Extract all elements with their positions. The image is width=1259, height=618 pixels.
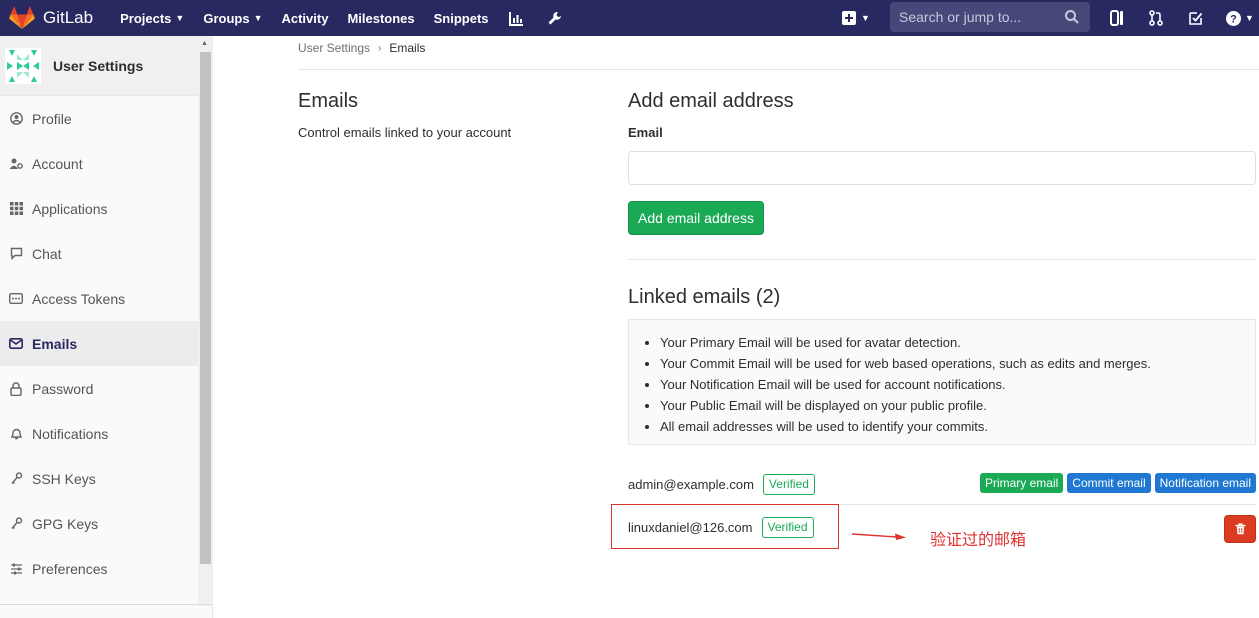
- token-icon: [9, 292, 23, 306]
- scroll-up-arrow-icon[interactable]: ▲: [201, 40, 208, 47]
- search-icon: [1065, 10, 1079, 24]
- sidebar-item-ssh-keys[interactable]: SSH Keys: [0, 456, 198, 501]
- breadcrumb-parent[interactable]: User Settings: [298, 41, 370, 55]
- breadcrumb-current[interactable]: Emails: [389, 41, 425, 55]
- sidebar-item-profile[interactable]: Profile: [0, 96, 198, 141]
- plus-square-icon: [842, 11, 856, 25]
- sidebar-item-emails[interactable]: Emails: [0, 321, 198, 366]
- sliders-icon: [9, 562, 23, 576]
- sidebar-item-label: Access Tokens: [32, 290, 126, 307]
- annotation-text: 验证过的邮箱: [930, 530, 1027, 549]
- chat-icon: [9, 247, 23, 261]
- avatar: [5, 47, 41, 84]
- info-item: Your Primary Email will be used for avat…: [660, 332, 1243, 353]
- new-item-dropdown[interactable]: ▼: [842, 11, 870, 25]
- email-row: admin@example.com Verified Primary email…: [628, 472, 1256, 496]
- sidebar-item-password[interactable]: Password: [0, 366, 198, 411]
- gitlab-logo[interactable]: GitLab: [9, 6, 93, 30]
- add-email-button[interactable]: Add email address: [628, 201, 764, 235]
- scrollbar-thumb[interactable]: [200, 52, 211, 564]
- add-email-heading: Add email address: [628, 90, 794, 112]
- user-gear-icon: [9, 157, 23, 171]
- primary-email-badge: Primary email: [979, 473, 1064, 493]
- notification-email-badge: Notification email: [1154, 473, 1256, 493]
- chart-icon[interactable]: [508, 9, 526, 27]
- info-item: Your Notification Email will be used for…: [660, 374, 1243, 395]
- sidebar-title: User Settings: [53, 57, 144, 74]
- sidebar-item-gpg-keys[interactable]: GPG Keys: [0, 501, 198, 546]
- commit-email-badge: Commit email: [1067, 473, 1151, 493]
- sidebar-divider: [0, 604, 213, 605]
- nav-milestones[interactable]: Milestones: [347, 11, 414, 26]
- sidebar-item-account[interactable]: Account: [0, 141, 198, 186]
- sidebar-item-label: Applications: [32, 200, 108, 217]
- grid-icon: [9, 202, 23, 216]
- help-icon: ?: [1226, 10, 1242, 26]
- gitlab-tanuki-icon: [9, 6, 35, 29]
- sidebar-item-label: GPG Keys: [32, 515, 99, 532]
- nav-projects[interactable]: Projects ▼: [120, 11, 184, 26]
- top-navbar: GitLab Projects ▼ Groups ▼ Activity Milest…: [0, 0, 1259, 36]
- wrench-icon[interactable]: [546, 9, 564, 27]
- search-placeholder: Search or jump to...: [899, 9, 1022, 25]
- sidebar-item-label: SSH Keys: [32, 470, 96, 487]
- brand-name: GitLab: [43, 8, 94, 27]
- sidebar-item-label: Password: [32, 380, 94, 397]
- nav-groups[interactable]: Groups ▼: [203, 11, 262, 26]
- envelope-icon: [9, 337, 23, 351]
- divider: [628, 259, 1256, 260]
- email-info-box: Your Primary Email will be used for avat…: [628, 319, 1256, 445]
- delete-email-button[interactable]: [1224, 515, 1256, 543]
- linked-emails-heading: Linked emails (2): [628, 286, 781, 308]
- help-dropdown[interactable]: ? ▼: [1225, 9, 1255, 27]
- sidebar-item-access-tokens[interactable]: Access Tokens: [0, 276, 198, 321]
- sidebar-item-label: Chat: [32, 245, 62, 262]
- merge-request-icon[interactable]: [1147, 9, 1165, 27]
- info-item: Your Commit Email will be used for web b…: [660, 353, 1243, 374]
- annotation-arrow-icon: [851, 533, 906, 540]
- chevron-down-icon: ▼: [253, 13, 263, 23]
- email-address: admin@example.com: [628, 476, 754, 492]
- sidebar-item-label: Account: [32, 155, 83, 172]
- info-item: Your Public Email will be displayed on y…: [660, 395, 1243, 416]
- sidebar-item-label: Profile: [32, 110, 72, 127]
- chevron-right-icon: ›: [378, 42, 382, 54]
- todo-check-icon[interactable]: [1186, 9, 1204, 27]
- page-description: Control emails linked to your account: [298, 125, 512, 140]
- info-item: All email addresses will be used to iden…: [660, 416, 1243, 437]
- sidebar-scrollbar[interactable]: ▲: [198, 36, 213, 606]
- sidebar-item-label: Notifications: [32, 425, 109, 442]
- breadcrumb: User Settings › Emails: [298, 41, 425, 55]
- search-input[interactable]: Search or jump to...: [890, 2, 1090, 32]
- chevron-down-icon: ▼: [861, 13, 870, 23]
- chevron-down-icon: ▼: [1245, 13, 1254, 23]
- sidebar-item-notifications[interactable]: Notifications: [0, 411, 198, 456]
- sidebar-item-label: Emails: [32, 335, 78, 352]
- sidebar-header[interactable]: User Settings: [0, 36, 198, 96]
- chevron-down-icon: ▼: [175, 13, 185, 23]
- verified-badge: Verified: [762, 473, 815, 495]
- key-icon: [9, 472, 23, 486]
- user-circle-icon: [9, 112, 23, 126]
- sidebar-toggle-icon[interactable]: [1108, 9, 1126, 27]
- page-title: Emails: [298, 90, 359, 112]
- lock-icon: [9, 381, 23, 396]
- key-icon: [9, 517, 23, 531]
- divider: [298, 69, 1259, 70]
- sidebar-item-chat[interactable]: Chat: [0, 231, 198, 276]
- sidebar-item-applications[interactable]: Applications: [0, 186, 198, 231]
- nav-snippets[interactable]: Snippets: [434, 11, 489, 26]
- sidebar-item-label: Preferences: [32, 560, 108, 577]
- annotation-highlight-box: [611, 504, 839, 549]
- nav-activity[interactable]: Activity: [281, 11, 328, 26]
- bell-icon: [9, 427, 23, 441]
- email-field[interactable]: [628, 151, 1256, 185]
- sidebar-item-preferences[interactable]: Preferences: [0, 546, 198, 591]
- settings-sidebar: User Settings Profile Account Applicatio…: [0, 36, 213, 618]
- svg-text:?: ?: [1230, 13, 1237, 25]
- trash-icon: [1235, 523, 1245, 535]
- email-field-label: Email: [628, 125, 663, 140]
